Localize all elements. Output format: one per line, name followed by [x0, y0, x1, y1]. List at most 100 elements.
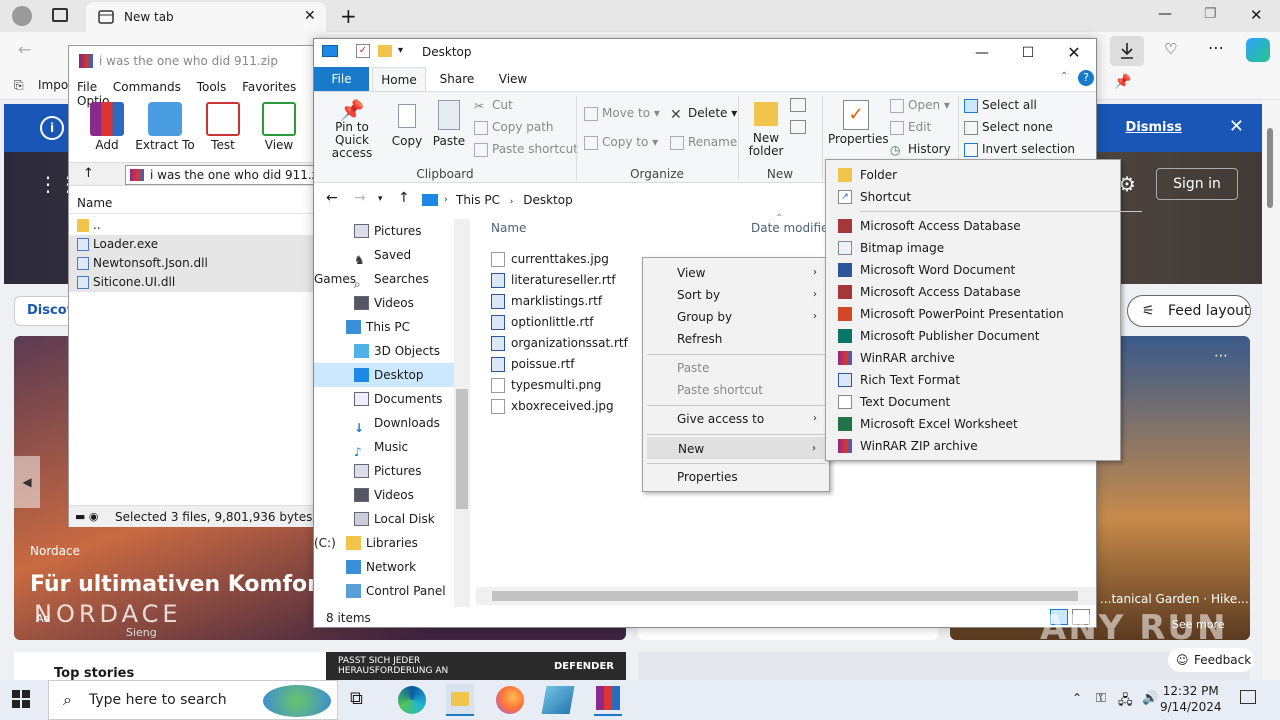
properties-quick-icon[interactable]: ✓ — [356, 44, 370, 58]
nav-item-desktop[interactable]: Desktop — [314, 363, 454, 387]
up-arrow-icon[interactable]: ↑ — [83, 166, 94, 181]
nav-item-videos[interactable]: Videos — [314, 291, 454, 315]
nav-scrollbar-thumb[interactable] — [456, 389, 468, 509]
browser-essentials-icon[interactable]: ♡ — [1164, 40, 1177, 58]
forward-arrow-icon[interactable]: → — [354, 190, 366, 206]
notifications-icon[interactable] — [1240, 690, 1256, 704]
file-explorer-taskbar-button[interactable] — [446, 684, 474, 716]
menu-item-new[interactable]: New › — [647, 437, 825, 459]
copy-button[interactable]: Copy — [390, 104, 424, 148]
maximize-button[interactable]: ☐ — [1005, 39, 1051, 67]
list-item[interactable]: poissue.rtf — [491, 354, 574, 375]
cut-button[interactable]: ✂ Cut — [474, 98, 513, 113]
card-more-icon[interactable]: ⋯ — [1214, 348, 1228, 364]
close-button[interactable]: ✕ — [1051, 39, 1097, 67]
new-powerpoint-item[interactable]: Microsoft PowerPoint Presentation — [830, 303, 1112, 325]
new-access-db-item-2[interactable]: Microsoft Access Database — [830, 281, 1112, 303]
horizontal-scrollbar-thumb[interactable] — [492, 591, 1078, 601]
back-arrow-icon[interactable]: ← — [326, 190, 338, 206]
winrar-add-button[interactable]: Add — [77, 102, 137, 152]
minimize-icon[interactable]: — — [1158, 6, 1172, 22]
dismiss-link[interactable]: Dismiss — [1126, 120, 1182, 135]
minimize-button[interactable]: — — [959, 39, 1005, 67]
winrar-path-field[interactable]: i was the one who did 911.zip - — [125, 165, 315, 185]
paste-button[interactable]: Paste — [432, 100, 466, 148]
edge-icon[interactable] — [398, 686, 426, 714]
tab-actions-icon[interactable] — [52, 8, 68, 22]
new-folder-item[interactable]: Folder — [830, 164, 1112, 186]
breadcrumb-this-pc[interactable]: This PC — [456, 193, 500, 207]
nav-item-this-pc[interactable]: This PC — [314, 315, 454, 339]
copy-path-button[interactable]: Copy path — [474, 120, 554, 135]
windows-start-icon[interactable] — [12, 690, 30, 708]
select-all-button[interactable]: Select all — [964, 98, 1037, 113]
discover-tab[interactable]: Discov — [14, 296, 75, 326]
list-item[interactable]: .. — [69, 216, 319, 235]
nav-item-saved-games[interactable]: ♞ Saved Games — [314, 243, 454, 286]
app-icon[interactable] — [541, 686, 575, 714]
nav-item-control-panel[interactable]: Control Panel — [314, 579, 454, 603]
menu-item-refresh[interactable]: Refresh — [647, 328, 825, 350]
tab-home[interactable]: Home — [372, 67, 426, 91]
tab-share[interactable]: Share — [432, 67, 482, 91]
ad-banner-defender[interactable]: PASST SICH JEDER HERAUSFORDERUNG AN DEFE… — [326, 652, 626, 680]
sign-in-button[interactable]: Sign in — [1156, 168, 1238, 200]
properties-button[interactable]: ✓ Properties — [828, 100, 889, 146]
list-item[interactable]: marklistings.rtf — [491, 291, 602, 312]
feed-layout-button[interactable]: ⚟ Feed layout — [1127, 295, 1251, 327]
open-button[interactable]: Open ▾ — [890, 98, 950, 113]
page-scrollbar-thumb[interactable] — [1267, 128, 1273, 208]
list-item[interactable]: typesmulti.png — [491, 375, 601, 396]
tray-app-icon[interactable]: ⚿ — [1096, 691, 1106, 706]
close-tab-icon[interactable]: ✕ — [304, 8, 316, 24]
close-window-icon[interactable]: ✕ — [1250, 6, 1263, 24]
downloads-button[interactable] — [1110, 36, 1144, 66]
tray-overflow-icon[interactable]: ⌃ — [1072, 691, 1082, 705]
carousel-prev-icon[interactable]: ◀ — [14, 456, 40, 508]
new-word-doc-item[interactable]: Microsoft Word Document — [830, 259, 1112, 281]
quick-access-dropdown-icon[interactable]: ▾ — [398, 45, 403, 56]
winrar-view-button[interactable]: View — [249, 102, 309, 152]
winrar-menu-commands[interactable]: Commands — [113, 80, 181, 94]
import-favorites-icon[interactable]: ⎘ — [14, 78, 24, 93]
new-folder-button[interactable]: New folder — [746, 102, 786, 158]
column-header-date[interactable]: Date modified — [751, 221, 836, 235]
menu-item-properties[interactable]: Properties — [647, 466, 825, 488]
nav-item-downloads[interactable]: ↓ Downloads — [314, 411, 454, 435]
list-item[interactable]: Loader.exe — [69, 235, 319, 254]
delete-button[interactable]: ✕ Delete ▾ — [670, 106, 737, 123]
list-item[interactable]: literatureseller.rtf — [491, 270, 616, 291]
firefox-icon[interactable] — [496, 686, 524, 714]
history-button[interactable]: ◷ History — [890, 142, 951, 157]
nav-item-pictures[interactable]: Pictures — [314, 219, 454, 243]
back-icon[interactable]: ← — [18, 40, 31, 59]
new-excel-item[interactable]: Microsoft Excel Worksheet — [830, 413, 1112, 435]
help-icon[interactable]: ? — [1078, 70, 1094, 86]
nav-item-3d-objects[interactable]: 3D Objects — [314, 339, 454, 363]
clock[interactable]: 12:32 PM 9/14/2024 — [1160, 683, 1222, 715]
invert-selection-button[interactable]: Invert selection — [964, 142, 1075, 157]
nav-item-videos-2[interactable]: Videos — [314, 483, 454, 507]
menu-item-view[interactable]: View › — [647, 262, 825, 284]
winrar-menu-file[interactable]: File — [77, 80, 97, 94]
nav-scrollbar[interactable] — [454, 219, 470, 607]
nav-item-local-disk[interactable]: Local Disk (C:) — [314, 507, 454, 550]
new-text-doc-item[interactable]: Text Document — [830, 391, 1112, 413]
new-bitmap-item[interactable]: Bitmap image — [830, 237, 1112, 259]
winrar-taskbar-button[interactable] — [594, 684, 622, 716]
page-scrollbar[interactable] — [1262, 100, 1280, 680]
tab-view[interactable]: View — [490, 67, 536, 91]
nav-item-libraries[interactable]: Libraries — [314, 531, 454, 555]
collapse-ribbon-icon[interactable]: ⌃ — [1060, 71, 1068, 82]
nav-item-documents[interactable]: Documents — [314, 387, 454, 411]
menu-item-sort-by[interactable]: Sort by › — [647, 284, 825, 306]
address-bar[interactable]: › This PC › Desktop — [418, 188, 838, 212]
menu-item-paste-shortcut[interactable]: Paste shortcut — [647, 379, 825, 401]
tab-file[interactable]: File — [314, 67, 369, 91]
new-publisher-item[interactable]: Microsoft Publisher Document — [830, 325, 1112, 347]
list-item[interactable]: Newtonsoft.Json.dll — [69, 254, 319, 273]
pin-quick-access-button[interactable]: 📌 Pin to Quick access — [320, 100, 384, 160]
easy-access-icon[interactable] — [790, 120, 806, 134]
nav-item-network[interactable]: Network — [314, 555, 454, 579]
more-options-icon[interactable]: ⋯ — [1208, 38, 1224, 57]
